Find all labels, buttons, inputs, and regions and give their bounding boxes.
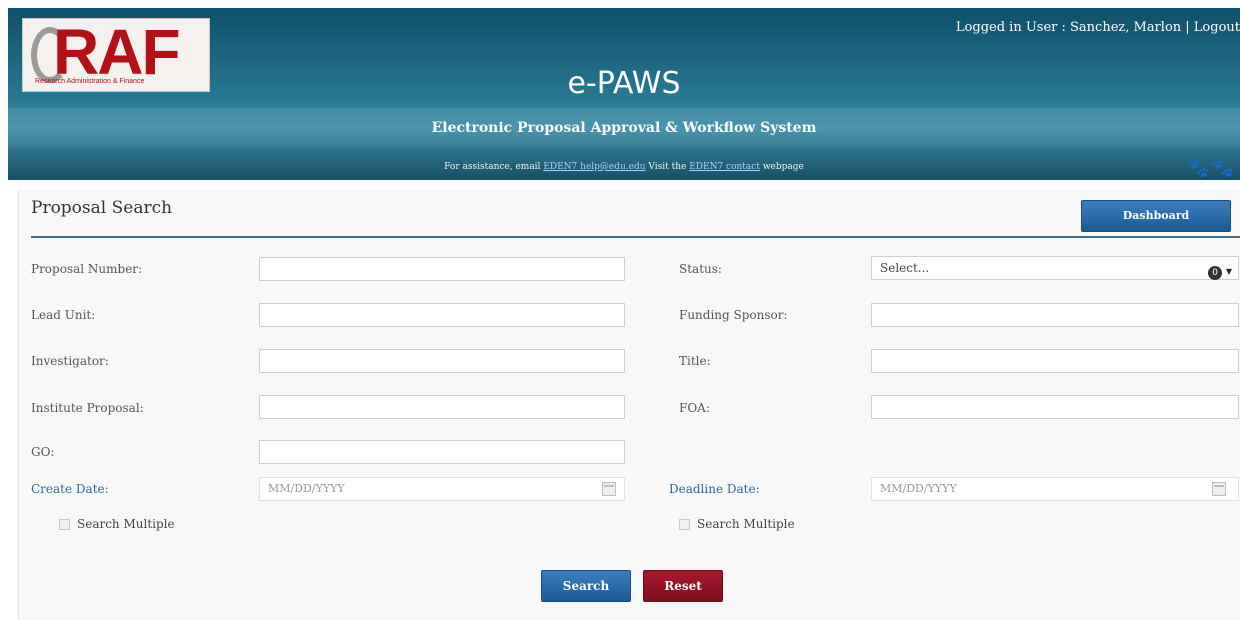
app-header: RAF Research Administration & Finance Lo… (8, 8, 1240, 180)
app-subtitle: Electronic Proposal Approval & Workflow … (431, 120, 817, 136)
reset-button[interactable]: Reset (643, 570, 723, 602)
institute-proposal-field[interactable] (259, 395, 625, 419)
page-title: Proposal Search (31, 198, 173, 218)
title-field[interactable] (871, 349, 1239, 373)
funding-sponsor-label: Funding Sponsor: (679, 308, 788, 322)
funding-sponsor-field[interactable] (871, 303, 1239, 327)
assist-suffix: webpage (762, 162, 804, 172)
search-button[interactable]: Search (541, 570, 631, 602)
lead-unit-label: Lead Unit: (31, 308, 96, 322)
status-select[interactable]: Select... 0 ▾ (871, 256, 1239, 280)
deadline-date-field[interactable]: MM/DD/YYYY (871, 477, 1239, 501)
calendar-icon[interactable] (602, 482, 616, 496)
assist-mid: Visit the (648, 162, 687, 172)
logged-in-user[interactable]: Logged in User : Sanchez, Marlon | Logou… (956, 20, 1240, 35)
deadline-date-label: Deadline Date: (669, 482, 760, 496)
title-label: Title: (679, 354, 711, 368)
title-divider (31, 236, 1240, 238)
search-multiple-checkbox[interactable] (59, 519, 70, 530)
assist-prefix: For assistance, email (444, 162, 541, 172)
select-controls: 0 ▾ (1208, 260, 1232, 282)
investigator-label: Investigator: (31, 354, 109, 368)
app-title: e-PAWS (567, 66, 681, 101)
chevron-down-icon[interactable]: ▾ (1226, 264, 1232, 278)
proposal-number-label: Proposal Number: (31, 262, 143, 276)
status-selected-value: Select... (880, 261, 930, 275)
search-multiple-label: Search Multiple (697, 517, 795, 531)
proposal-number-field[interactable] (259, 257, 625, 281)
create-date-label: Create Date: (31, 482, 109, 496)
assistance-line: For assistance, email EDEN7 help@edu.edu… (8, 162, 1240, 172)
paw-prints-icon: 🐾🐾 (1187, 158, 1236, 179)
search-multiple-checkbox[interactable] (679, 519, 690, 530)
investigator-field[interactable] (259, 349, 625, 373)
search-multiple-label: Search Multiple (77, 517, 175, 531)
dashboard-button[interactable]: Dashboard (1081, 200, 1231, 232)
foa-field[interactable] (871, 395, 1239, 419)
assist-email-link[interactable]: EDEN7 help@edu.edu (543, 162, 645, 172)
calendar-icon[interactable] (1212, 482, 1226, 496)
go-field[interactable] (259, 440, 625, 464)
status-label: Status: (679, 262, 722, 276)
create-date-field[interactable]: MM/DD/YYYY (259, 477, 625, 501)
clear-selection-icon[interactable]: 0 (1208, 266, 1223, 280)
assist-contact-link[interactable]: EDEN7 contact (689, 162, 760, 172)
foa-label: FOA: (679, 401, 710, 415)
institute-proposal-label: Institute Proposal: (31, 401, 144, 415)
go-label: GO: (31, 445, 55, 459)
proposal-search-panel: Proposal Search Dashboard Proposal Numbe… (18, 190, 1240, 620)
lead-unit-field[interactable] (259, 303, 625, 327)
